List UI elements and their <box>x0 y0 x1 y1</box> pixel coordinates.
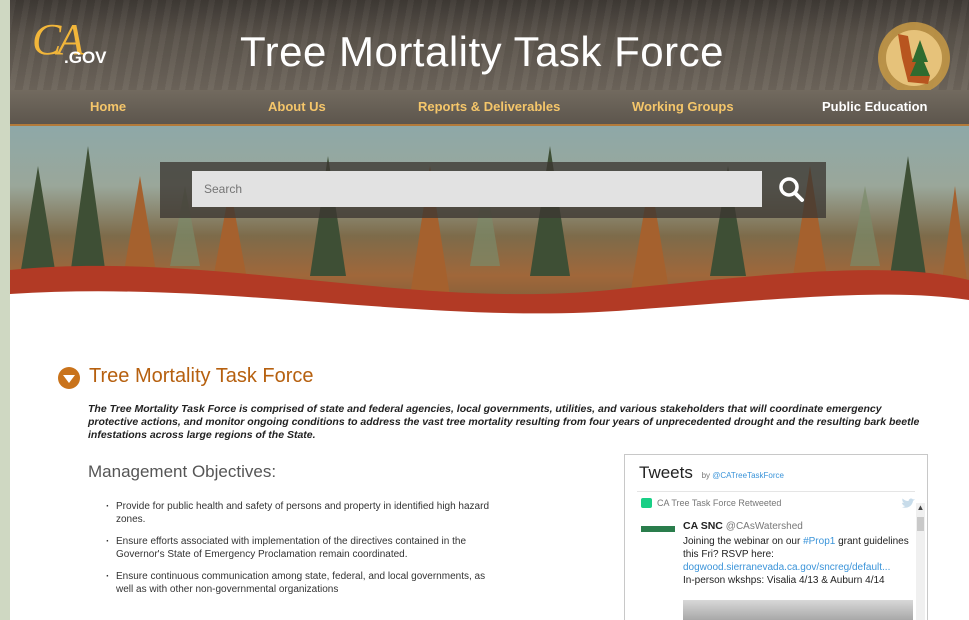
avatar[interactable] <box>641 518 675 538</box>
tweet-text: Joining the webinar on our #Prop1 grant … <box>683 535 913 587</box>
scroll-up-arrow-icon[interactable]: ▲ <box>916 503 925 513</box>
tweet-author[interactable]: CA SNC @CAsWatershed <box>683 520 803 532</box>
tweets-title: Tweets <box>639 463 693 482</box>
twitter-bird-icon[interactable] <box>901 498 915 510</box>
objectives-list: Provide for public health and safety of … <box>106 500 496 605</box>
section-title-text: Tree Mortality Task Force <box>89 365 314 387</box>
site-header: CA .GOV Tree Mortality Task Force <box>10 0 969 90</box>
author-name: CA SNC <box>683 520 723 532</box>
management-objectives-heading: Management Objectives: <box>88 462 277 481</box>
tweet-url-link[interactable]: dogwood.sierranevada.ca.gov/sncreg/defau… <box>683 562 890 573</box>
nav-item-home[interactable]: Home <box>90 99 126 114</box>
scroll-thumb[interactable] <box>917 517 924 531</box>
tweet-media-image[interactable] <box>683 600 913 620</box>
site-title: Tree Mortality Task Force <box>240 28 724 75</box>
search-bar <box>160 162 826 218</box>
twitter-widget: Tweets by @CATreeTaskForce CA Tree Task … <box>624 454 928 620</box>
nav-item-public-education[interactable]: Public Education <box>822 99 927 114</box>
retweet-icon <box>641 498 652 508</box>
list-item: Ensure continuous communication among st… <box>106 570 496 596</box>
tweet-timeline: CA Tree Task Force Retweeted CA SNC @CAs… <box>637 491 915 620</box>
page: CA .GOV Tree Mortality Task Force Home A… <box>10 0 969 620</box>
search-icon[interactable] <box>772 170 812 210</box>
tweets-by-label: by <box>701 471 711 480</box>
ca-gov-logo[interactable]: CA .GOV <box>32 15 112 70</box>
tweet-text-part: In-person wkshps: Visalia 4/13 & Auburn … <box>683 575 885 586</box>
banner-wave-divider <box>10 265 969 340</box>
list-item: Ensure efforts associated with implement… <box>106 535 496 561</box>
main-nav: Home About Us Reports & Deliverables Wor… <box>10 90 969 126</box>
tweets-by: by @CATreeTaskForce <box>702 471 784 480</box>
search-input[interactable] <box>192 171 762 207</box>
logo-gov-text: .GOV <box>64 48 107 67</box>
section-title: Tree Mortality Task Force <box>57 365 314 388</box>
tweet-text-part: Joining the webinar on our <box>683 536 804 547</box>
hashtag-link[interactable]: #Prop1 <box>803 536 835 547</box>
task-force-seal-icon <box>878 22 950 90</box>
list-item: Provide for public health and safety of … <box>106 500 496 526</box>
author-handle: @CAsWatershed <box>725 521 803 532</box>
widget-scrollbar[interactable]: ▲ <box>916 503 925 620</box>
nav-item-reports[interactable]: Reports & Deliverables <box>418 99 560 114</box>
nav-item-about-us[interactable]: About Us <box>268 99 326 114</box>
nav-item-working-groups[interactable]: Working Groups <box>632 99 734 114</box>
tweets-handle-link[interactable]: @CATreeTaskForce <box>712 471 784 480</box>
tweets-header: Tweets by @CATreeTaskForce <box>639 463 784 483</box>
intro-paragraph: The Tree Mortality Task Force is compris… <box>88 403 920 441</box>
retweet-label: CA Tree Task Force Retweeted <box>657 498 782 508</box>
